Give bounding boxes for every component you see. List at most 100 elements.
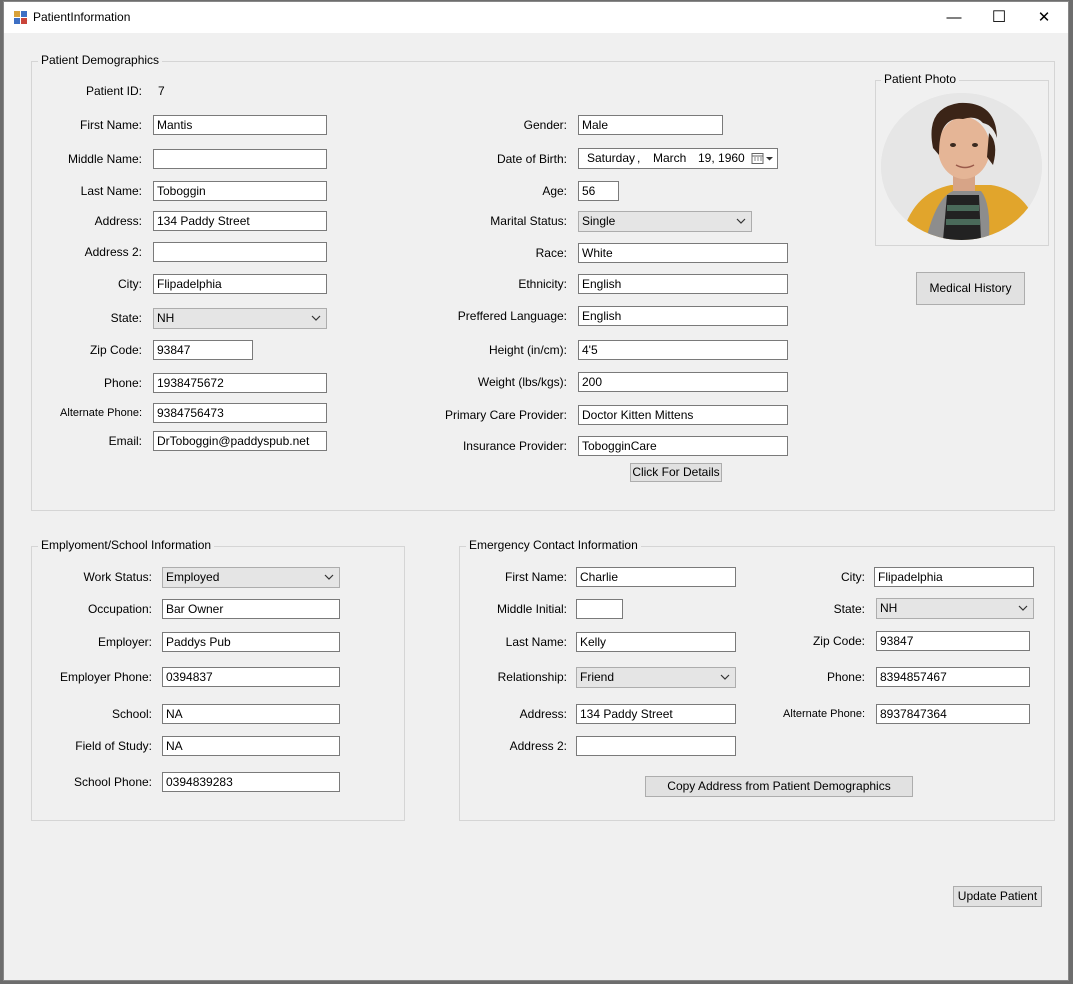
work-status-label: Work Status: bbox=[83, 570, 152, 584]
close-button[interactable]: ✕ bbox=[1021, 2, 1067, 33]
address-label: Address: bbox=[94, 214, 142, 228]
patient-demographics-title: Patient Demographics bbox=[38, 53, 163, 67]
ec-first-name-field[interactable]: Charlie bbox=[576, 567, 736, 587]
employer-field[interactable]: Paddys Pub bbox=[162, 632, 340, 652]
middle-name-label: Middle Name: bbox=[67, 152, 142, 166]
city-label: City: bbox=[118, 277, 142, 291]
address-field[interactable]: 134 Paddy Street bbox=[153, 211, 327, 231]
dob-day: Saturday bbox=[587, 151, 636, 165]
medical-history-button[interactable]: Medical History bbox=[916, 272, 1025, 305]
occupation-label: Occupation: bbox=[87, 602, 152, 616]
primary-care-provider-label: Primary Care Provider: bbox=[444, 408, 567, 422]
race-field[interactable]: White bbox=[578, 243, 788, 263]
ec-state-label: State: bbox=[833, 602, 865, 616]
phone-field[interactable]: 1938475672 bbox=[153, 373, 327, 393]
employer-label: Employer: bbox=[97, 635, 152, 649]
dob-datepicker[interactable]: Saturday , March 19, 1960 bbox=[578, 148, 778, 169]
ec-alternate-phone-field[interactable]: 8937847364 bbox=[876, 704, 1030, 724]
zip-code-field[interactable]: 93847 bbox=[153, 340, 253, 360]
state-dropdown[interactable]: NH bbox=[153, 308, 327, 329]
work-status-value: Employed bbox=[166, 570, 220, 584]
gender-field[interactable]: Male bbox=[578, 115, 723, 135]
middle-name-field[interactable] bbox=[153, 149, 327, 169]
patient-photo bbox=[881, 93, 1042, 240]
ec-address-field[interactable]: 134 Paddy Street bbox=[576, 704, 736, 724]
address2-field[interactable] bbox=[153, 242, 327, 262]
chevron-down-icon bbox=[736, 218, 746, 224]
ethnicity-field[interactable]: English bbox=[578, 274, 788, 294]
first-name-label: First Name: bbox=[79, 118, 142, 132]
patient-photo-title: Patient Photo bbox=[881, 72, 960, 86]
primary-care-provider-field[interactable]: Doctor Kitten Mittens bbox=[578, 405, 788, 425]
ec-relationship-dropdown[interactable]: Friend bbox=[576, 667, 736, 688]
ec-city-field[interactable]: Flipadelphia bbox=[874, 567, 1034, 587]
employer-phone-field[interactable]: 0394837 bbox=[162, 667, 340, 687]
state-label: State: bbox=[110, 311, 142, 325]
ec-phone-field[interactable]: 8394857467 bbox=[876, 667, 1030, 687]
height-field[interactable]: 4'5 bbox=[578, 340, 788, 360]
insurance-provider-field[interactable]: TobogginCare bbox=[578, 436, 788, 456]
ec-city-label: City: bbox=[841, 570, 865, 584]
ec-first-name-label: First Name: bbox=[504, 570, 567, 584]
employment-title: Emplyoment/School Information bbox=[38, 538, 215, 552]
ec-last-name-field[interactable]: Kelly bbox=[576, 632, 736, 652]
last-name-label: Last Name: bbox=[80, 184, 142, 198]
weight-field[interactable]: 200 bbox=[578, 372, 788, 392]
patient-id-label: Patient ID: bbox=[85, 84, 142, 98]
school-label: School: bbox=[111, 707, 152, 721]
ethnicity-label: Ethnicity: bbox=[518, 277, 567, 291]
employer-phone-label: Employer Phone: bbox=[59, 670, 152, 684]
alternate-phone-label: Alternate Phone: bbox=[60, 407, 142, 419]
occupation-field[interactable]: Bar Owner bbox=[162, 599, 340, 619]
email-label: Email: bbox=[108, 434, 142, 448]
school-phone-field[interactable]: 0394839283 bbox=[162, 772, 340, 792]
weight-label: Weight (lbs/kgs): bbox=[477, 375, 567, 389]
title-bar: PatientInformation — ☐ ✕ bbox=[4, 2, 1068, 33]
ec-zip-code-label: Zip Code: bbox=[812, 634, 865, 648]
chevron-down-icon bbox=[324, 574, 334, 580]
app-icon bbox=[14, 11, 28, 25]
ec-alternate-phone-label: Alternate Phone: bbox=[783, 708, 865, 720]
age-field[interactable]: 56 bbox=[578, 181, 619, 201]
school-phone-label: School Phone: bbox=[73, 775, 152, 789]
update-patient-button[interactable]: Update Patient bbox=[953, 886, 1042, 907]
chevron-down-icon bbox=[720, 674, 730, 680]
city-field[interactable]: Flipadelphia bbox=[153, 274, 327, 294]
marital-status-value: Single bbox=[582, 214, 616, 228]
ec-relationship-label: Relationship: bbox=[497, 670, 567, 684]
work-status-dropdown[interactable]: Employed bbox=[162, 567, 340, 588]
preferred-language-field[interactable]: English bbox=[578, 306, 788, 326]
first-name-field[interactable]: Mantis bbox=[153, 115, 327, 135]
address2-label: Address 2: bbox=[84, 245, 142, 259]
preferred-language-label: Preffered Language: bbox=[457, 309, 567, 323]
chevron-down-icon bbox=[311, 315, 321, 321]
ec-state-dropdown[interactable]: NH bbox=[876, 598, 1034, 619]
ec-middle-initial-field[interactable] bbox=[576, 599, 623, 619]
ec-zip-code-field[interactable]: 93847 bbox=[876, 631, 1030, 651]
chevron-down-icon bbox=[1018, 605, 1028, 611]
close-icon: ✕ bbox=[1037, 9, 1051, 26]
marital-status-label: Marital Status: bbox=[490, 214, 567, 228]
emergency-contact-title: Emergency Contact Information bbox=[466, 538, 641, 552]
dob-label: Date of Birth: bbox=[496, 152, 567, 166]
maximize-icon: ☐ bbox=[991, 9, 1007, 26]
ec-relationship-value: Friend bbox=[580, 670, 615, 684]
phone-label: Phone: bbox=[103, 376, 142, 390]
ec-middle-initial-label: Middle Initial: bbox=[496, 602, 567, 616]
school-field[interactable]: NA bbox=[162, 704, 340, 724]
ec-last-name-label: Last Name: bbox=[505, 635, 567, 649]
state-value: NH bbox=[157, 311, 175, 325]
marital-status-dropdown[interactable]: Single bbox=[578, 211, 752, 232]
age-label: Age: bbox=[542, 184, 567, 198]
race-label: Race: bbox=[535, 246, 567, 260]
minimize-button[interactable]: — bbox=[931, 2, 977, 33]
email-field[interactable]: DrToboggin@paddyspub.net bbox=[153, 431, 327, 451]
last-name-field[interactable]: Toboggin bbox=[153, 181, 327, 201]
maximize-button[interactable]: ☐ bbox=[976, 2, 1022, 33]
field-of-study-field[interactable]: NA bbox=[162, 736, 340, 756]
click-for-details-button[interactable]: Click For Details bbox=[630, 463, 722, 482]
ec-address2-field[interactable] bbox=[576, 736, 736, 756]
calendar-icon[interactable] bbox=[751, 152, 775, 165]
alternate-phone-field[interactable]: 9384756473 bbox=[153, 403, 327, 423]
copy-address-button[interactable]: Copy Address from Patient Demographics bbox=[645, 776, 913, 797]
